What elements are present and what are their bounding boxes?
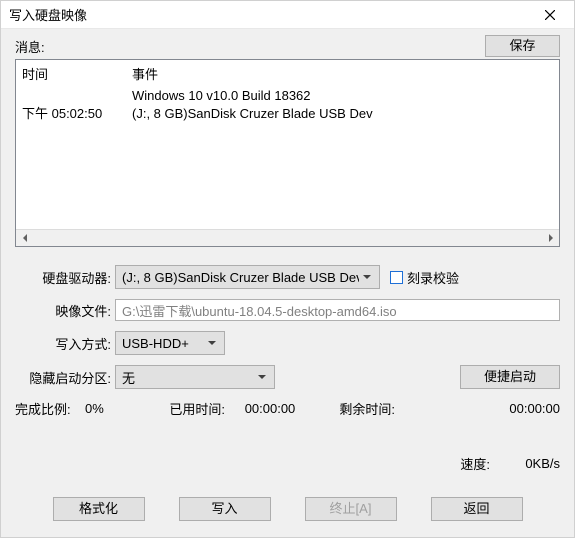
close-icon (545, 10, 555, 20)
log-row: 下午 05:02:50 (J:, 8 GB)SanDisk Cruzer Bla… (22, 105, 553, 123)
titlebar: 写入硬盘映像 (1, 1, 574, 29)
hidden-partition-select[interactable]: 无 (115, 365, 275, 389)
quick-boot-button[interactable]: 便捷启动 (460, 365, 560, 389)
log-time (22, 87, 132, 105)
progress-row: 完成比例: 0% 已用时间: 00:00:00 剩余时间: 00:00:00 (15, 399, 560, 418)
image-file-input[interactable]: G:\迅雷下载\ubuntu-18.04.5-desktop-amd64.iso (115, 299, 560, 321)
save-button[interactable]: 保存 (485, 35, 560, 57)
speed-value: 0KB/s (490, 456, 560, 471)
content-area: 消息: 保存 时间 事件 Windows 10 v10.0 Build 1836… (1, 29, 574, 537)
abort-button[interactable]: 终止[A] (305, 497, 397, 521)
format-button[interactable]: 格式化 (53, 497, 145, 521)
log-event: Windows 10 v10.0 Build 18362 (132, 87, 553, 105)
remain-label: 剩余时间: (315, 399, 395, 418)
checkbox-box (390, 271, 403, 284)
form-area: 硬盘驱动器: (J:, 8 GB)SanDisk Cruzer Blade US… (15, 265, 560, 473)
back-button[interactable]: 返回 (431, 497, 523, 521)
done-ratio-value: 0% (85, 401, 155, 416)
bottom-button-bar: 格式化 写入 终止[A] 返回 (15, 491, 560, 527)
chevron-down-icon (204, 339, 220, 347)
drive-select[interactable]: (J:, 8 GB)SanDisk Cruzer Blade USB Dev (115, 265, 380, 289)
speed-row: 速度: 0KB/s (15, 454, 560, 473)
remain-value: 00:00:00 (395, 401, 560, 416)
log-time: 下午 05:02:50 (22, 105, 132, 123)
write-mode-value: USB-HDD+ (122, 336, 204, 351)
window-title: 写入硬盘映像 (9, 5, 527, 24)
hidden-partition-value: 无 (122, 368, 254, 387)
elapsed-label: 已用时间: (155, 399, 225, 418)
write-mode-label: 写入方式: (15, 334, 115, 353)
message-label: 消息: (15, 37, 45, 56)
horizontal-scrollbar[interactable] (16, 229, 559, 246)
column-event: 事件 (132, 64, 553, 83)
log-row: Windows 10 v10.0 Build 18362 (22, 87, 553, 105)
image-file-label: 映像文件: (15, 301, 115, 320)
drive-label: 硬盘驱动器: (15, 268, 115, 287)
message-log: 时间 事件 Windows 10 v10.0 Build 18362 下午 05… (15, 59, 560, 247)
scroll-track[interactable] (33, 230, 542, 246)
message-log-body: Windows 10 v10.0 Build 18362 下午 05:02:50… (16, 85, 559, 125)
drive-value: (J:, 8 GB)SanDisk Cruzer Blade USB Dev (122, 270, 359, 285)
close-button[interactable] (527, 1, 572, 29)
hidden-partition-label: 隐藏启动分区: (15, 368, 115, 387)
chevron-down-icon (254, 373, 270, 381)
message-header-row: 消息: 保存 (15, 35, 560, 57)
write-button[interactable]: 写入 (179, 497, 271, 521)
elapsed-value: 00:00:00 (225, 401, 315, 416)
verify-label: 刻录校验 (407, 268, 459, 287)
message-log-header: 时间 事件 (16, 60, 559, 85)
scroll-right-icon[interactable] (542, 230, 559, 246)
column-time: 时间 (22, 64, 132, 83)
chevron-down-icon (359, 273, 375, 281)
image-file-value: G:\迅雷下载\ubuntu-18.04.5-desktop-amd64.iso (122, 301, 397, 320)
verify-checkbox[interactable]: 刻录校验 (390, 268, 459, 287)
dialog-window: 写入硬盘映像 消息: 保存 时间 事件 Windows 10 v10.0 Bui… (0, 0, 575, 538)
write-mode-select[interactable]: USB-HDD+ (115, 331, 225, 355)
log-event: (J:, 8 GB)SanDisk Cruzer Blade USB Dev (132, 105, 553, 123)
speed-label: 速度: (460, 454, 490, 473)
done-ratio-label: 完成比例: (15, 399, 85, 418)
scroll-left-icon[interactable] (16, 230, 33, 246)
